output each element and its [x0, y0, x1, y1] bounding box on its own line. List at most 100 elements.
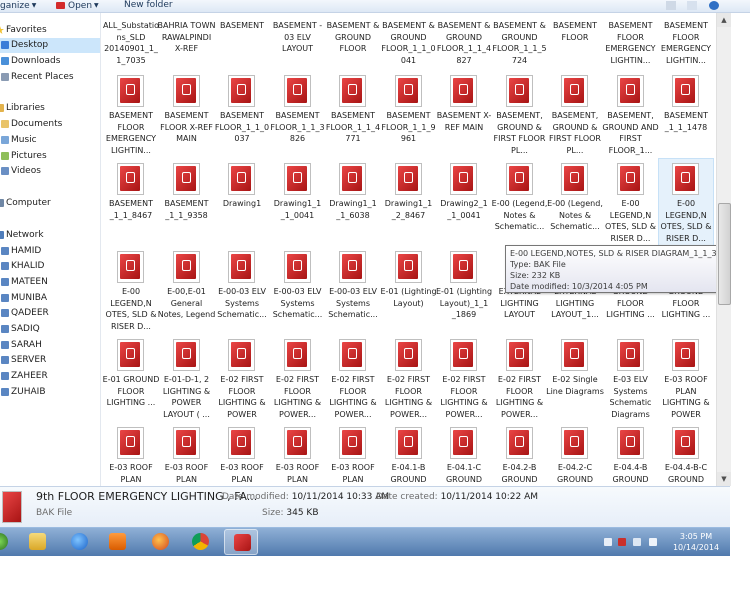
file-item[interactable]: E-01-D-1, 2 LIGHTING & POWER LAYOUT ( ..… [160, 335, 214, 421]
file-item[interactable]: E-00 LEGEND,N OTES, SLD & RISER D... [604, 159, 658, 245]
file-item[interactable]: E-03 ELV Systems Schematic Diagrams [604, 335, 658, 421]
file-item[interactable]: E-00 (Legend, Notes & Schematic... [492, 159, 547, 245]
nav-computer-sadiq[interactable]: SADIQ [0, 322, 100, 337]
file-item[interactable]: E-02 FIRST FLOOR LIGHTING & POWER... [493, 335, 547, 421]
file-item[interactable]: BASEMENT _1_1_9358 [160, 159, 214, 245]
taskbar-ie[interactable] [62, 529, 96, 555]
file-item[interactable]: E-00-03 ELV Systems Schematic... [271, 247, 325, 333]
system-clock[interactable]: 3:05 PM 10/14/2014 [666, 531, 726, 553]
start-button[interactable] [0, 529, 16, 555]
file-item[interactable]: E-04.1-B GROUND [382, 423, 436, 486]
file-item[interactable]: BASEMENT FLOOR_1_1_0037 [215, 71, 269, 157]
nav-computer[interactable]: Computer [0, 196, 100, 211]
nav-documents[interactable]: Documents [0, 117, 100, 132]
view-options-icon[interactable] [666, 1, 676, 10]
file-item[interactable]: BASEMENT _1_1_1478 [659, 71, 713, 157]
file-item[interactable]: E-01 GROUND FLOOR LIGHTING ... [102, 335, 160, 421]
nav-computer-zaheer[interactable]: ZAHEER [0, 369, 100, 384]
computer-icon [1, 309, 9, 317]
help-icon[interactable] [709, 1, 719, 10]
file-item[interactable]: E-00 LEGEND,N OTES, SLD & RISER D... [658, 158, 714, 246]
taskbar-autocad[interactable] [224, 529, 258, 555]
vertical-scrollbar[interactable]: ▲ ▼ [716, 13, 731, 486]
file-item[interactable]: E-02 FIRST FLOOR LIGHTING & POWER... [271, 335, 325, 421]
file-item[interactable]: Drawing1_1 _1_6038 [326, 159, 380, 245]
file-item[interactable]: Drawing2_1 _1_0041 [437, 159, 491, 245]
nav-recent-places[interactable]: Recent Places [0, 70, 100, 85]
computer-icon [1, 247, 9, 255]
file-item[interactable]: E-02 FIRST FLOOR LIGHTING & POWER... [326, 335, 380, 421]
file-item[interactable]: E-02 FIRST FLOOR LIGHTING & POWER... [382, 335, 436, 421]
scroll-up-arrow-icon[interactable]: ▲ [717, 13, 731, 27]
autocad-bak-file-icon [228, 427, 255, 459]
organize-button[interactable]: ganize ▼ [0, 0, 36, 12]
file-item[interactable]: E-01 (Lighting Layout) [380, 247, 437, 333]
network-status-icon[interactable] [633, 538, 641, 546]
file-item[interactable]: E-03 ROOF PLAN [160, 423, 214, 486]
file-item[interactable]: E-03 ROOF PLAN [215, 423, 269, 486]
file-item[interactable]: Drawing1 [215, 159, 269, 245]
taskbar-explorer[interactable] [20, 529, 54, 555]
file-item[interactable]: Drawing1_1 _2_8467 [382, 159, 436, 245]
file-item[interactable]: E-02 Single Line Diagrams [546, 335, 604, 421]
nav-desktop[interactable]: Desktop [0, 38, 100, 53]
file-item[interactable]: BASEMENT FLOOR_1_1_9961 [381, 71, 436, 157]
nav-computer-khalid[interactable]: KHALID [0, 259, 100, 274]
file-item[interactable]: BASEMENT X-REF MAIN [437, 71, 491, 157]
file-item[interactable]: BASEMENT, GROUND & FIRST FLOOR PL... [493, 71, 547, 157]
file-item[interactable]: E-00,E-01 General Notes, Legend [158, 247, 215, 333]
file-item[interactable]: BASEMENT FLOOR EMERGENCY LIGHTIN... [104, 71, 158, 157]
nav-computer-sarah[interactable]: SARAH [0, 338, 100, 353]
file-item[interactable]: BASEMENT, GROUND AND FIRST FLOOR_1... [602, 71, 659, 157]
file-item[interactable]: E-00 LEGEND,N OTES, SLD & RISER D... [104, 247, 158, 333]
nav-network[interactable]: Network [0, 228, 100, 243]
tray-show-hidden-icon[interactable] [604, 538, 612, 546]
file-item[interactable]: E-03 ROOF PLAN [271, 423, 325, 486]
file-name: Drawing2_1 _1_0041 [440, 199, 488, 220]
file-item[interactable]: E-00 (Legend, Notes & Schematic... [547, 159, 603, 245]
file-name: Drawing1_1 _1_0041 [273, 199, 322, 220]
volume-icon[interactable] [649, 538, 657, 546]
file-item[interactable]: E-00-03 ELV Systems Schematic... [215, 247, 269, 333]
file-item[interactable]: E-00-03 ELV Systems Schematic... [326, 247, 380, 333]
file-item[interactable]: E-04.2-B GROUND [493, 423, 547, 486]
file-item[interactable]: BASEMENT _1_1_8467 [104, 159, 158, 245]
file-item[interactable]: E-03 ROOF PLAN LIGHTING & POWER [659, 335, 713, 421]
file-item[interactable]: E-04.1-C GROUND [437, 423, 491, 486]
nav-downloads[interactable]: Downloads [0, 54, 100, 69]
preview-pane-icon[interactable] [687, 1, 697, 10]
file-item[interactable]: E-03 ROOF PLAN [104, 423, 158, 486]
nav-computer-zuhaib[interactable]: ZUHAIB [0, 385, 100, 400]
open-button[interactable]: Open ▼ [56, 0, 99, 12]
file-item[interactable]: E-02 FIRST FLOOR LIGHTING & POWER... [437, 335, 491, 421]
file-name: E-01 GROUND FLOOR LIGHTING ... [102, 375, 160, 408]
taskbar-media[interactable] [100, 529, 134, 555]
file-item[interactable]: BASEMENT FLOOR_1_1_3826 [270, 71, 325, 157]
nav-computer-server[interactable]: SERVER [0, 353, 100, 368]
nav-music[interactable]: Music [0, 133, 100, 148]
file-item[interactable]: BASEMENT FLOOR_1_1_4771 [326, 71, 380, 157]
file-item[interactable]: E-02 FIRST FLOOR LIGHTING & POWER [215, 335, 269, 421]
file-item[interactable]: Drawing1_1 _1_0041 [271, 159, 325, 245]
nav-pictures[interactable]: Pictures [0, 149, 100, 164]
scroll-down-arrow-icon[interactable]: ▼ [717, 472, 731, 486]
file-item[interactable]: E-04.4-B-C GROUND [659, 423, 713, 486]
taskbar-firefox[interactable] [143, 529, 177, 555]
file-item[interactable]: E-03 ROOF PLAN [326, 423, 380, 486]
nav-computer-qadeer[interactable]: QADEER [0, 306, 100, 321]
nav-libraries[interactable]: Libraries [0, 101, 100, 116]
nav-videos[interactable]: Videos [0, 164, 100, 179]
nav-computer-mateen[interactable]: MATEEN [0, 275, 100, 290]
new-folder-button[interactable]: New folder [124, 0, 173, 12]
nav-favorites[interactable]: Favorites [0, 23, 100, 38]
file-item[interactable]: E-01 (Lighting Layout)_1_1 _1869 [436, 247, 492, 333]
action-center-flag-icon[interactable] [618, 538, 626, 546]
nav-computer-muniba[interactable]: MUNIBA [0, 291, 100, 306]
taskbar-chrome[interactable] [183, 529, 217, 555]
file-item[interactable]: E-04.4-B GROUND [604, 423, 658, 486]
file-item[interactable]: BASEMENT FLOOR X-REF MAIN [160, 71, 214, 157]
scroll-thumb[interactable] [718, 203, 731, 305]
file-item[interactable]: BASEMENT, GROUND & FIRST FLOOR PL... [548, 71, 602, 157]
file-item[interactable]: E-04.2-C GROUND [548, 423, 602, 486]
nav-computer-hamid[interactable]: HAMID [0, 244, 100, 259]
